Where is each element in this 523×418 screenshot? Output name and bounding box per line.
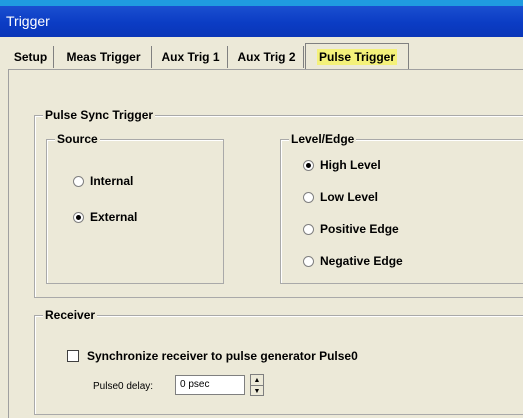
pulse-sync-trigger-group: Pulse Sync Trigger Source Internal Exter… [34, 108, 523, 298]
high-level-label: High Level [320, 158, 381, 172]
spin-down-icon[interactable]: ▼ [251, 386, 263, 396]
radio-circle-icon [73, 175, 84, 187]
pulse0-delay-label: Pulse0 delay: [93, 381, 154, 392]
source-internal-label: Internal [90, 174, 134, 188]
tab-pulse-trigger[interactable]: Pulse Trigger [305, 43, 409, 69]
sync-receiver-label: Synchronize receiver to pulse generator … [87, 349, 358, 363]
tab-label: Aux Trig 1 [161, 50, 220, 64]
source-internal-radio[interactable]: Internal [73, 174, 133, 188]
positive-edge-label: Positive Edge [320, 222, 399, 236]
tab-setup[interactable]: Setup [8, 46, 54, 68]
radio-circle-icon [303, 255, 314, 267]
tab-aux-trig-2[interactable]: Aux Trig 2 [230, 46, 304, 68]
negative-edge-radio[interactable]: Negative Edge [303, 254, 403, 268]
low-level-label: Low Level [320, 190, 379, 204]
tab-panel: Pulse Sync Trigger Source Internal Exter… [8, 69, 523, 418]
level-edge-group: Level/Edge High Level Low Level Positive… [280, 132, 523, 284]
pulse0-delay-input[interactable]: 0 psec [175, 375, 245, 395]
tab-label: Pulse Trigger [316, 49, 398, 65]
tab-label: Aux Trig 2 [237, 50, 296, 64]
receiver-title: Receiver [43, 308, 98, 322]
sync-receiver-checkbox-row[interactable]: Synchronize receiver to pulse generator … [67, 349, 358, 363]
tab-aux-trig-1[interactable]: Aux Trig 1 [154, 46, 228, 68]
source-external-radio[interactable]: External [73, 210, 137, 224]
tab-label: Setup [13, 50, 48, 64]
source-group: Source Internal External [46, 132, 224, 284]
low-level-radio[interactable]: Low Level [303, 190, 378, 204]
sync-receiver-checkbox[interactable] [67, 350, 79, 362]
tab-label: Meas Trigger [66, 50, 141, 64]
source-title: Source [55, 132, 100, 146]
window-titlebar: Trigger [0, 6, 523, 37]
receiver-group: Receiver Synchronize receiver to pulse g… [34, 308, 523, 415]
window-title: Trigger [6, 13, 50, 29]
negative-edge-label: Negative Edge [320, 254, 403, 268]
level-edge-title: Level/Edge [289, 132, 357, 146]
source-external-label: External [90, 210, 138, 224]
radio-circle-icon [303, 223, 314, 235]
radio-selected-icon [303, 159, 314, 171]
radio-selected-icon [73, 211, 84, 223]
high-level-radio[interactable]: High Level [303, 158, 381, 172]
positive-edge-radio[interactable]: Positive Edge [303, 222, 399, 236]
radio-circle-icon [303, 191, 314, 203]
spin-up-icon[interactable]: ▲ [251, 375, 263, 386]
pulse-sync-trigger-title: Pulse Sync Trigger [43, 108, 156, 122]
pulse0-delay-spinner[interactable]: ▲ ▼ [250, 374, 264, 396]
tab-meas-trigger[interactable]: Meas Trigger [56, 46, 152, 68]
